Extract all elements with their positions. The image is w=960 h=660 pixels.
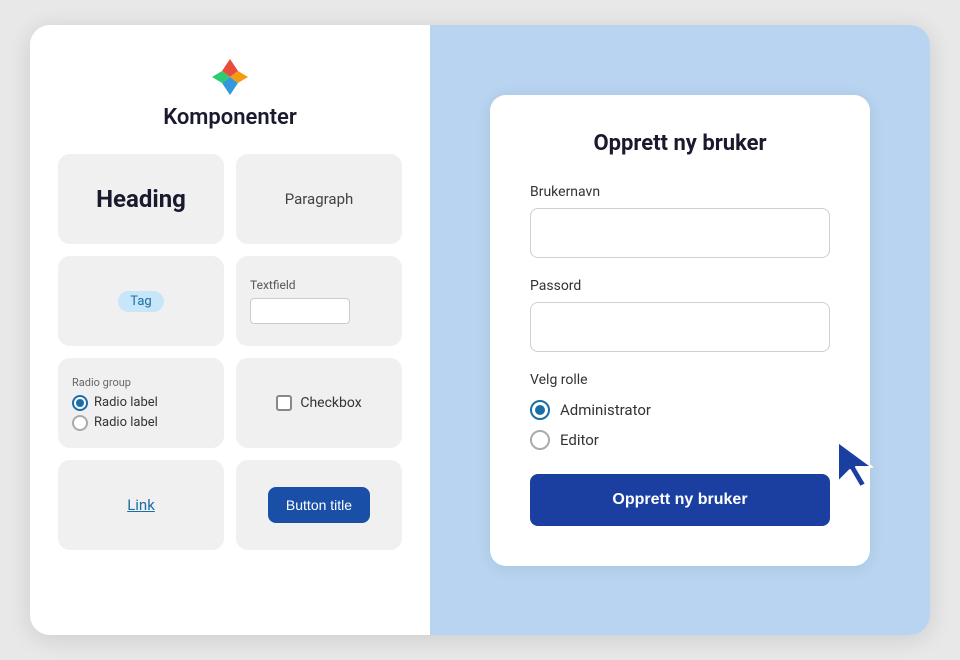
textfield-card-label: Textfield [250,278,296,292]
paragraph-label: Paragraph [285,190,354,208]
role-group: Velg rolle Administrator Editor [530,372,830,450]
heading-card[interactable]: Heading [58,154,224,244]
role-label: Velg rolle [530,372,830,388]
main-container: Komponenter Heading Paragraph Tag Textfi… [30,25,930,635]
radio-label-1: Radio label [94,395,158,410]
radio-label-2: Radio label [94,415,158,430]
role-options: Administrator Editor [530,400,830,450]
submit-button[interactable]: Opprett ny bruker [530,474,830,526]
password-input[interactable] [530,302,830,352]
username-input[interactable] [530,208,830,258]
username-label: Brukernavn [530,184,830,200]
radio-editor[interactable] [530,430,550,450]
radio-circle-1 [72,395,88,411]
right-panel: Opprett ny bruker Brukernavn Passord Vel… [430,25,930,635]
password-group: Passord [530,278,830,352]
radio-item-2[interactable]: Radio label [72,415,158,431]
demo-button[interactable]: Button title [268,487,370,523]
radio-card[interactable]: Radio group Radio label Radio label [58,358,224,448]
app-title: Komponenter [163,105,297,130]
password-label: Passord [530,278,830,294]
checkbox-label: Checkbox [300,395,361,411]
radio-group-label: Radio group [72,376,131,389]
tag-card[interactable]: Tag [58,256,224,346]
radio-wrapper: Radio group Radio label Radio label [72,376,210,431]
create-user-form-card: Opprett ny bruker Brukernavn Passord Vel… [490,95,870,566]
textfield-card[interactable]: Textfield [236,256,402,346]
role-option-administrator[interactable]: Administrator [530,400,830,420]
app-logo-icon [210,57,250,97]
logo-container: Komponenter [163,57,297,130]
radio-item-1[interactable]: Radio label [72,395,158,411]
radio-administrator[interactable] [530,400,550,420]
role-administrator-label: Administrator [560,401,651,419]
link-demo[interactable]: Link [127,496,155,514]
button-card[interactable]: Button title [236,460,402,550]
tag-wrapper: Tag [118,291,163,312]
heading-label: Heading [96,185,186,213]
components-grid: Heading Paragraph Tag Textfield [58,154,402,550]
tag-chip: Tag [118,291,163,312]
cursor-icon [830,437,880,496]
radio-circle-2 [72,415,88,431]
textfield-wrapper: Textfield [250,278,388,324]
role-option-editor[interactable]: Editor [530,430,830,450]
username-group: Brukernavn [530,184,830,258]
textfield-demo-input[interactable] [250,298,350,324]
checkbox-card[interactable]: Checkbox [236,358,402,448]
checkbox-wrapper: Checkbox [276,395,361,411]
left-panel: Komponenter Heading Paragraph Tag Textfi… [30,25,430,635]
link-card[interactable]: Link [58,460,224,550]
checkbox-box[interactable] [276,395,292,411]
paragraph-card[interactable]: Paragraph [236,154,402,244]
form-title: Opprett ny bruker [530,131,830,156]
role-editor-label: Editor [560,431,599,449]
